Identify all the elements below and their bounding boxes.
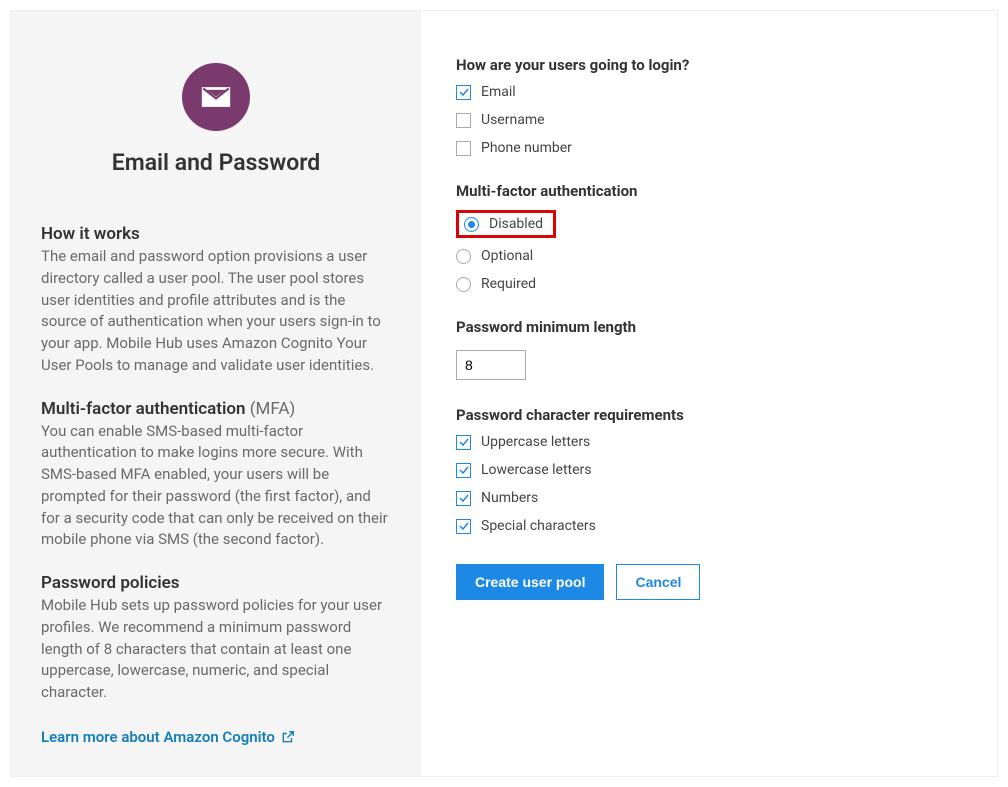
mfa-body: You can enable SMS-based multi-factor au… <box>41 421 391 552</box>
checkbox-email[interactable] <box>456 85 471 100</box>
req-upper-row[interactable]: Uppercase letters <box>456 434 967 450</box>
panel-title: Email and Password <box>41 149 391 176</box>
req-numbers-row[interactable]: Numbers <box>456 490 967 506</box>
external-link-icon <box>281 730 295 744</box>
policies-body: Mobile Hub sets up password policies for… <box>41 595 391 704</box>
password-min-length-input[interactable] <box>456 350 526 380</box>
login-phone-label: Phone number <box>481 140 572 156</box>
req-lower-label: Lowercase letters <box>481 462 592 478</box>
mfa-optional-row[interactable]: Optional <box>456 248 967 264</box>
envelope-icon <box>182 63 250 131</box>
login-heading: How are your users going to login? <box>456 56 967 74</box>
button-row: Create user pool Cancel <box>456 564 967 600</box>
req-lower-row[interactable]: Lowercase letters <box>456 462 967 478</box>
req-upper-label: Uppercase letters <box>481 434 590 450</box>
mfa-optional-label: Optional <box>481 248 533 264</box>
checkbox-lower[interactable] <box>456 463 471 478</box>
pwd-length-heading: Password minimum length <box>456 318 967 336</box>
radio-disabled[interactable] <box>464 217 479 232</box>
pwd-req-heading: Password character requirements <box>456 406 967 424</box>
login-email-label: Email <box>481 84 516 100</box>
mfa-disabled-label: Disabled <box>489 216 543 232</box>
create-user-pool-button[interactable]: Create user pool <box>456 564 604 600</box>
login-username-label: Username <box>481 112 545 128</box>
mfa-disabled-highlight: Disabled <box>456 210 556 238</box>
login-username-row[interactable]: Username <box>456 112 967 128</box>
login-email-row[interactable]: Email <box>456 84 967 100</box>
how-it-works-body: The email and password option provisions… <box>41 246 391 377</box>
how-it-works-heading: How it works <box>41 224 391 244</box>
mfa-disabled-row[interactable]: Disabled <box>464 216 543 232</box>
mfa-required-row[interactable]: Required <box>456 276 967 292</box>
config-form: How are your users going to login? Email… <box>421 11 997 776</box>
mfa-heading-text: Multi-factor authentication <box>41 399 245 419</box>
login-phone-row[interactable]: Phone number <box>456 140 967 156</box>
policies-heading: Password policies <box>41 573 391 593</box>
radio-required[interactable] <box>456 277 471 292</box>
mfa-required-label: Required <box>481 276 536 292</box>
radio-optional[interactable] <box>456 249 471 264</box>
info-panel: Email and Password How it works The emai… <box>11 11 421 776</box>
learn-more-link[interactable]: Learn more about Amazon Cognito <box>41 728 295 746</box>
checkbox-phone[interactable] <box>456 141 471 156</box>
learn-more-text: Learn more about Amazon Cognito <box>41 728 275 746</box>
mfa-heading: Multi-factor authentication (MFA) <box>41 399 391 419</box>
checkbox-numbers[interactable] <box>456 491 471 506</box>
mfa-form-heading: Multi-factor authentication <box>456 182 967 200</box>
checkbox-special[interactable] <box>456 519 471 534</box>
cancel-button[interactable]: Cancel <box>616 564 700 600</box>
checkbox-username[interactable] <box>456 113 471 128</box>
req-special-row[interactable]: Special characters <box>456 518 967 534</box>
mfa-heading-suffix: (MFA) <box>245 399 295 419</box>
checkbox-upper[interactable] <box>456 435 471 450</box>
email-password-config-panel: Email and Password How it works The emai… <box>10 10 998 777</box>
req-numbers-label: Numbers <box>481 490 538 506</box>
req-special-label: Special characters <box>481 518 596 534</box>
